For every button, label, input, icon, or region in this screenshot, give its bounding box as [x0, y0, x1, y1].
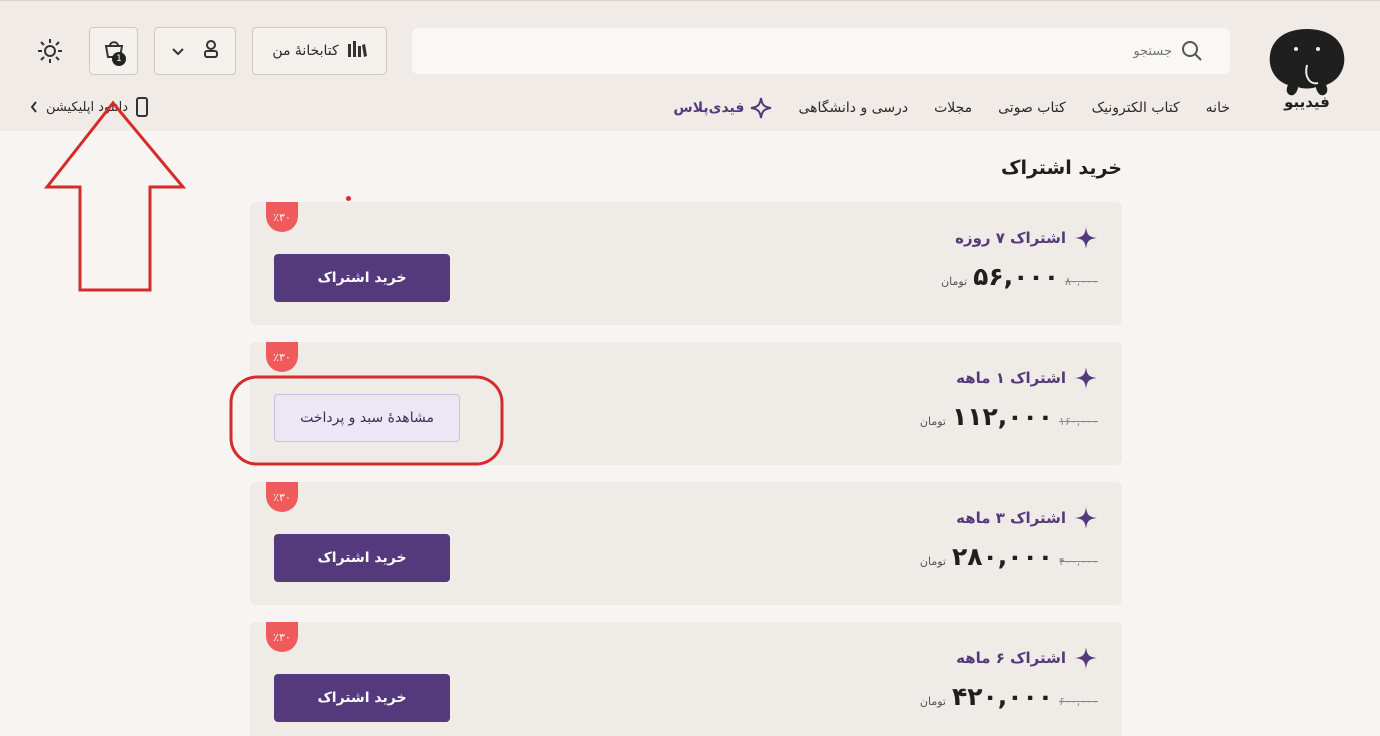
library-icon: [347, 40, 367, 62]
plan-name: اشتراک ۱ ماهه: [956, 366, 1122, 390]
sparkle-icon: [1075, 227, 1097, 249]
fidibo-logo[interactable]: فیدیبو: [1266, 25, 1348, 117]
price: ۲۸۰,۰۰۰: [951, 542, 1054, 571]
buy-subscription-button[interactable]: خرید اشتراک: [274, 254, 450, 302]
search-bar[interactable]: [412, 28, 1230, 74]
page: فیدیبو کتابخانهٔ من: [0, 0, 1380, 736]
price: ۱۱۲,۰۰۰: [951, 402, 1054, 431]
plan-card: ٪۳۰ اشتراک ۷ روزه ۸۰,۰۰۰ ۵۶,۰۰۰ تومان خر…: [250, 202, 1122, 325]
sparkle-icon: [751, 97, 772, 119]
app-download-label: دانلود اپلیکیشن: [46, 99, 129, 115]
chevron-left-icon: [30, 101, 37, 113]
search-icon[interactable]: [1180, 39, 1204, 63]
plan-name-label: اشتراک ۶ ماهه: [956, 649, 1066, 667]
view-cart-and-pay-button[interactable]: مشاهدهٔ سبد و پرداخت: [274, 394, 460, 442]
price: ۵۶,۰۰۰: [973, 262, 1059, 291]
annotation-arrow: [43, 100, 187, 292]
nav-item-audiobooks[interactable]: کتاب صوتی: [998, 100, 1065, 116]
fidiplus-label: فیدی‌پلاس: [673, 100, 745, 116]
nav-item-ebooks[interactable]: کتاب الکترونیک: [1092, 100, 1180, 116]
price-row: ۴۰۰,۰۰۰ ۲۸۰,۰۰۰ تومان: [920, 542, 1098, 571]
sparkle-icon: [1075, 647, 1097, 669]
user-menu-button[interactable]: [154, 27, 236, 75]
buy-subscription-button[interactable]: خرید اشتراک: [274, 674, 450, 722]
discount-badge: ٪۳۰: [266, 622, 298, 652]
currency: تومان: [919, 695, 946, 708]
plan-name: اشتراک ۳ ماهه: [956, 506, 1122, 530]
my-library-button[interactable]: کتابخانهٔ من: [252, 27, 387, 75]
page-title: خرید اشتراک: [1001, 157, 1122, 179]
plan-card: ٪۳۰ اشتراک ۳ ماهه ۴۰۰,۰۰۰ ۲۸۰,۰۰۰ تومان …: [250, 482, 1122, 605]
currency: تومان: [919, 415, 946, 428]
plan-name: اشتراک ۶ ماهه: [956, 646, 1122, 670]
old-price: ۸۰,۰۰۰: [1064, 275, 1098, 288]
price-row: ۱۶۰,۰۰۰ ۱۱۲,۰۰۰ تومان: [920, 402, 1098, 431]
sparkle-icon: [1075, 367, 1097, 389]
price-row: ۸۰,۰۰۰ ۵۶,۰۰۰ تومان: [941, 262, 1098, 291]
buy-subscription-button[interactable]: خرید اشتراک: [274, 534, 450, 582]
plan-name-label: اشتراک ۱ ماهه: [956, 369, 1066, 387]
old-price: ۴۰۰,۰۰۰: [1059, 555, 1098, 568]
plan-name-label: اشتراک ۳ ماهه: [956, 509, 1066, 527]
sparkle-icon: [1075, 507, 1097, 529]
cart-button[interactable]: 1: [89, 27, 138, 75]
chevron-down-icon: [171, 42, 185, 61]
discount-badge: ٪۳۰: [266, 342, 298, 372]
sun-icon: [38, 39, 62, 63]
currency: تومان: [941, 275, 968, 288]
old-price: ۱۶۰,۰۰۰: [1059, 415, 1098, 428]
site-header: فیدیبو کتابخانهٔ من: [0, 0, 1380, 131]
plan-card: ٪۳۰ اشتراک ۱ ماهه ۱۶۰,۰۰۰ ۱۱۲,۰۰۰ تومان …: [250, 342, 1122, 465]
main-nav: خانه کتاب الکترونیک کتاب صوتی مجلات درسی…: [673, 97, 1230, 119]
plan-name-label: اشتراک ۷ روزه: [955, 229, 1066, 247]
annotation-dot: [346, 196, 351, 201]
discount-badge: ٪۳۰: [266, 482, 298, 512]
theme-toggle[interactable]: [36, 37, 64, 65]
my-library-label: کتابخانهٔ من: [272, 43, 339, 59]
user-icon: [203, 40, 219, 62]
price-row: ۶۰۰,۰۰۰ ۴۲۰,۰۰۰ تومان: [920, 682, 1098, 711]
nav-item-magazines[interactable]: مجلات: [934, 100, 972, 116]
price: ۴۲۰,۰۰۰: [951, 682, 1054, 711]
plan-name: اشتراک ۷ روزه: [955, 226, 1122, 250]
discount-badge: ٪۳۰: [266, 202, 298, 232]
nav-item-fidiplus[interactable]: فیدی‌پلاس: [673, 97, 772, 119]
cart-count-badge: 1: [112, 52, 126, 66]
logo-text: فیدیبو: [1284, 93, 1330, 111]
currency: تومان: [919, 555, 946, 568]
plan-card: ٪۳۰ اشتراک ۶ ماهه ۶۰۰,۰۰۰ ۴۲۰,۰۰۰ تومان …: [250, 622, 1122, 736]
old-price: ۶۰۰,۰۰۰: [1059, 695, 1098, 708]
search-input[interactable]: [412, 43, 1172, 59]
app-download-link[interactable]: دانلود اپلیکیشن: [30, 97, 149, 117]
nav-item-academic[interactable]: درسی و دانشگاهی: [798, 100, 908, 116]
nav-item-home[interactable]: خانه: [1206, 100, 1230, 116]
phone-icon: [136, 97, 149, 117]
